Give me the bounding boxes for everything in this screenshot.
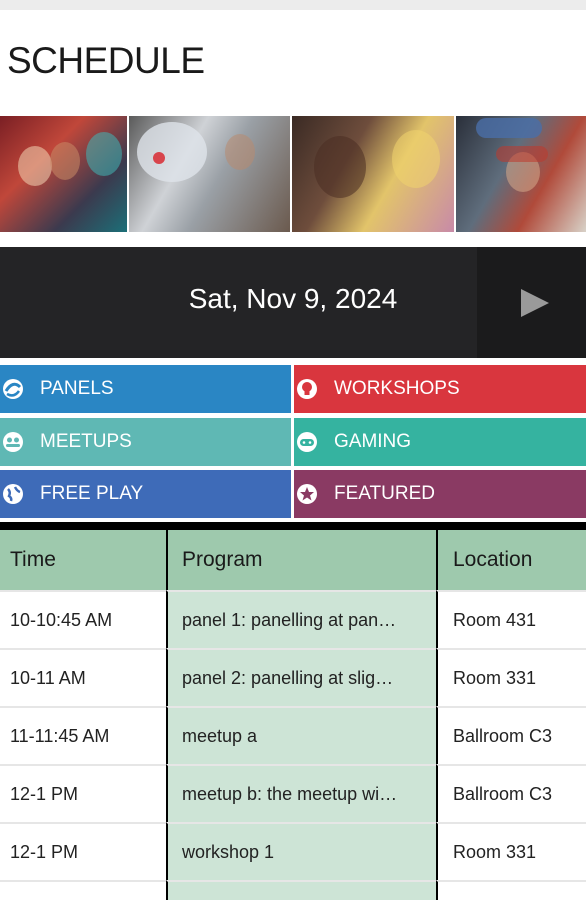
- category-workshops-button[interactable]: WORKSHOPS: [294, 365, 586, 413]
- program-text: panel 1: panelling at pan…: [182, 609, 397, 630]
- table-row[interactable]: 10-11 AM panel 2: panelling at slig… Roo…: [0, 648, 586, 706]
- column-header-location[interactable]: Location: [436, 530, 586, 590]
- r2d2-photo: [129, 116, 290, 232]
- schedule-table-container: Time Program Location 10-10:45 AM panel …: [0, 522, 586, 900]
- location-cell: [436, 880, 586, 900]
- program-cell: panel 1: panelling at pan…: [166, 590, 436, 648]
- category-free-play-button[interactable]: FREE PLAY: [0, 470, 291, 518]
- category-label: PANELS: [40, 378, 114, 399]
- lightbulb-icon: [296, 378, 318, 400]
- location-cell: Ballroom C3: [436, 764, 586, 822]
- location-cell: Ballroom C3: [436, 706, 586, 764]
- globe-icon: [2, 483, 24, 505]
- location-cell: Room 431: [436, 590, 586, 648]
- time-cell: 12-1 PM: [0, 764, 166, 822]
- location-cell: Room 331: [436, 822, 586, 880]
- time-cell: 11-11:45 AM: [0, 706, 166, 764]
- star-icon: [296, 483, 318, 505]
- category-panels-button[interactable]: PANELS: [0, 365, 291, 413]
- next-day-button[interactable]: [477, 247, 586, 358]
- category-featured-button[interactable]: FEATURED: [294, 470, 586, 518]
- program-cell: workshop 1: [166, 822, 436, 880]
- program-cell: [166, 880, 436, 900]
- program-cell: panel 2: panelling at slig…: [166, 648, 436, 706]
- we-can-do-it-cosplay-photo: [456, 116, 586, 232]
- time-cell: 10-11 AM: [0, 648, 166, 706]
- category-label: WORKSHOPS: [334, 378, 460, 399]
- page-title: SCHEDULE: [7, 40, 205, 81]
- table-row[interactable]: 10-10:45 AM panel 1: panelling at pan… R…: [0, 590, 586, 648]
- table-row[interactable]: [0, 880, 586, 900]
- category-label: FREE PLAY: [40, 483, 144, 504]
- cosplay-duo-photo: [292, 116, 454, 232]
- status-bar-strip: [0, 0, 586, 10]
- program-text: workshop 1: [182, 841, 275, 862]
- cosplay-group-photo: [0, 116, 127, 232]
- category-label: GAMING: [334, 431, 412, 452]
- play-right-icon: [520, 288, 549, 317]
- program-text: panel 2: panelling at slig…: [182, 667, 394, 688]
- people-icon: [2, 431, 24, 453]
- swirl-icon: [2, 378, 24, 400]
- program-cell: meetup a: [166, 706, 436, 764]
- column-header-time[interactable]: Time: [0, 530, 166, 590]
- program-text: meetup a: [182, 725, 258, 746]
- category-meetups-button[interactable]: MEETUPS: [0, 418, 291, 466]
- program-text: meetup b: the meetup wi…: [182, 783, 398, 804]
- schedule-table: Time Program Location 10-10:45 AM panel …: [0, 530, 586, 900]
- table-row[interactable]: 12-1 PM workshop 1 Room 331: [0, 822, 586, 880]
- location-cell: Room 331: [436, 648, 586, 706]
- time-cell: 12-1 PM: [0, 822, 166, 880]
- photo-banner: [0, 116, 586, 232]
- category-label: FEATURED: [334, 483, 435, 504]
- table-row[interactable]: 12-1 PM meetup b: the meetup wi… Ballroo…: [0, 764, 586, 822]
- category-gaming-button[interactable]: GAMING: [294, 418, 586, 466]
- time-cell: 10-10:45 AM: [0, 590, 166, 648]
- time-cell: [0, 880, 166, 900]
- gamepad-icon: [296, 431, 318, 453]
- table-row[interactable]: 11-11:45 AM meetup a Ballroom C3: [0, 706, 586, 764]
- category-label: MEETUPS: [40, 431, 132, 452]
- column-header-program[interactable]: Program: [166, 530, 436, 590]
- table-header-row: Time Program Location: [0, 530, 586, 590]
- program-cell: meetup b: the meetup wi…: [166, 764, 436, 822]
